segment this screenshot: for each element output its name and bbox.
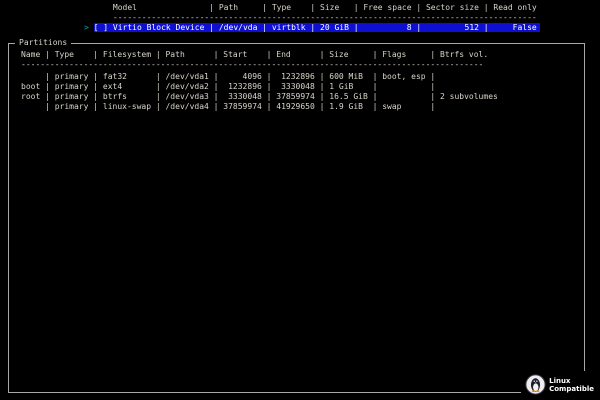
device-row[interactable]: > [ ] Virtio Block Device | /dev/vda | v…: [84, 23, 540, 33]
partitions-panel-title: Partitions: [15, 38, 71, 48]
partitions-panel: Partitions Name | Type | Filesystem | Pa…: [8, 43, 585, 393]
partition-row-vda1[interactable]: | primary | fat32 | /dev/vda1 | 4096 | 1…: [21, 72, 584, 82]
logo-line-1: Linux: [549, 377, 594, 385]
device-table: Model | Path | Type | Size | Free space …: [84, 3, 540, 33]
device-table-header: Model | Path | Type | Size | Free space …: [84, 3, 540, 13]
device-row-text: [ ] Virtio Block Device | /dev/vda | vir…: [94, 23, 540, 32]
tux-penguin-icon: [525, 374, 546, 395]
partitions-table-header: Name | Type | Filesystem | Path | Start …: [21, 50, 584, 60]
selection-cursor-icon: >: [84, 23, 94, 32]
partition-row-vda3[interactable]: root | primary | btrfs | /dev/vda3 | 333…: [21, 92, 584, 102]
partitions-table-rows: | primary | fat32 | /dev/vda1 | 4096 | 1…: [21, 72, 584, 112]
device-table-separator: ----------------------------------------…: [84, 13, 540, 23]
logo-text: Linux Compatible: [549, 377, 594, 393]
partition-row-vda4[interactable]: | primary | linux-swap | /dev/vda4 | 378…: [21, 102, 584, 112]
partitions-table-separator: ----------------------------------------…: [21, 60, 584, 70]
logo-line-2: Compatible: [549, 385, 594, 393]
linux-compatible-logo: Linux Compatible: [521, 371, 598, 398]
partition-row-vda2[interactable]: boot | primary | ext4 | /dev/vda2 | 1232…: [21, 82, 584, 92]
